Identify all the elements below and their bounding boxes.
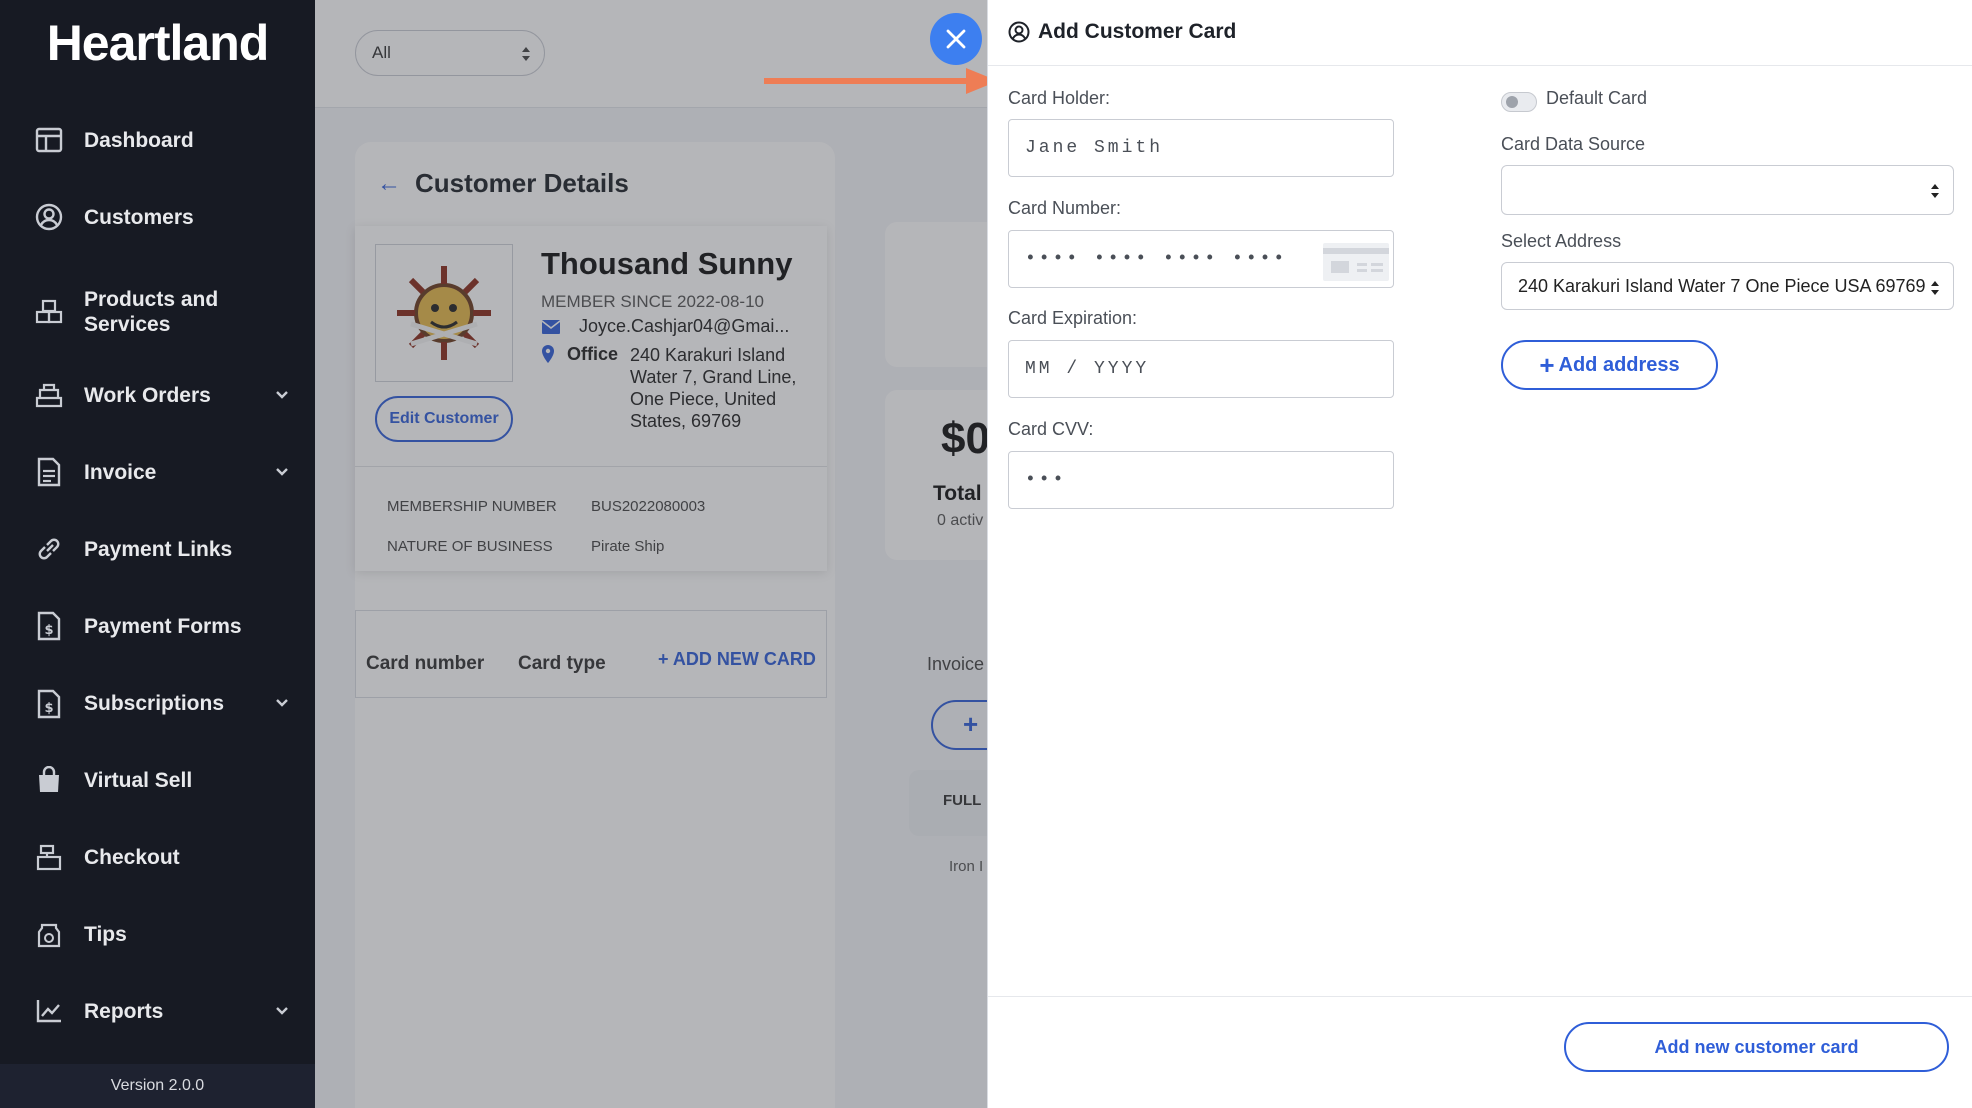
card-expiration-label: Card Expiration: [1008,308,1138,328]
chevron-down-icon [276,699,288,707]
annotation-arrow-icon [764,68,998,94]
sidebar-item-products-and-services[interactable]: Products and Services [32,286,292,338]
select-address-value: 240 Karakuri Island Water 7 One Piece US… [1518,275,1926,296]
invoice-icon [32,455,66,489]
card-holder-value: Jane Smith [1025,138,1164,158]
work-orders-icon [32,378,66,412]
select-arrows-icon [1931,281,1939,295]
select-arrows-icon [1931,184,1939,198]
tip-jar-icon [32,917,66,951]
card-data-source-label: Card Data Source [1501,134,1646,154]
sidebar-item-label: Payment Links [84,537,233,561]
sidebar-item-label: Reports [84,999,164,1023]
sidebar-item-label: Subscriptions [84,691,225,715]
plus-icon: + [1539,350,1555,380]
sidebar-item-label: Tips [84,922,127,946]
svg-text:$: $ [44,623,53,638]
sidebar-item-payment-links[interactable]: Payment Links [32,529,292,569]
close-drawer-button[interactable] [930,13,982,65]
card-cvv-placeholder: ••• [1025,470,1067,490]
version-label: Version 2.0.0 [0,1064,315,1108]
sidebar-item-payment-forms[interactable]: $ Payment Forms [32,606,292,646]
sidebar: Heartland Dashboard Customers Products a… [0,0,315,1108]
card-cvv-input[interactable]: ••• [1008,451,1394,509]
sidebar-item-label: Customers [84,205,194,229]
dashboard-icon [32,123,66,157]
sidebar-item-label: Payment Forms [84,614,242,638]
toggle-knob [1506,96,1518,108]
svg-text:$: $ [44,701,53,716]
card-expiration-input[interactable]: MM / YYYY [1008,340,1394,398]
close-icon [946,29,966,49]
sidebar-item-label: Invoice [84,460,157,484]
card-expiration-placeholder: MM / YYYY [1025,359,1150,379]
add-address-button[interactable]: + Add address [1501,340,1718,390]
shopping-bag-icon [32,763,66,797]
sidebar-item-checkout[interactable]: Checkout [32,837,292,877]
sidebar-item-subscriptions[interactable]: $ Subscriptions [32,683,292,723]
cash-register-icon [32,840,66,874]
chevron-down-icon [276,468,288,476]
card-cvv-label: Card CVV: [1008,419,1094,439]
sidebar-item-label: Dashboard [84,128,194,152]
sidebar-item-virtual-sell[interactable]: Virtual Sell [32,760,292,800]
sidebar-item-customers[interactable]: Customers [32,197,292,237]
sidebar-item-label: Checkout [84,845,180,869]
sidebar-item-work-orders[interactable]: Work Orders [32,375,292,415]
card-number-label: Card Number: [1008,198,1122,218]
card-holder-label: Card Holder: [1008,88,1111,108]
user-circle-icon [1008,21,1030,43]
drawer-footer-divider [988,996,1972,997]
chart-line-icon [32,994,66,1028]
heartland-logo[interactable]: Heartland [0,14,315,72]
sidebar-item-label: Virtual Sell [84,768,193,792]
sidebar-item-invoice[interactable]: Invoice [32,452,292,492]
payment-form-icon: $ [32,609,66,643]
chevron-down-icon [276,391,288,399]
sidebar-item-label: Products and Services [84,288,219,336]
select-address-select[interactable]: 240 Karakuri Island Water 7 One Piece US… [1501,262,1954,310]
sidebar-item-dashboard[interactable]: Dashboard [32,120,292,160]
select-address-label: Select Address [1501,231,1622,251]
sidebar-item-tips[interactable]: Tips [32,914,292,954]
user-circle-icon [32,200,66,234]
drawer-header: Add Customer Card [988,0,1972,66]
link-icon [32,532,66,566]
card-data-source-select[interactable] [1501,165,1954,215]
credit-card-icon [1323,243,1389,281]
drawer-title: Add Customer Card [1008,20,1236,44]
add-customer-card-drawer: Add Customer Card Card Holder: Jane Smit… [987,0,1972,1108]
default-card-label: Default Card [1546,88,1648,108]
subscriptions-icon: $ [32,686,66,720]
default-card-toggle[interactable] [1501,92,1537,112]
boxes-icon [32,295,66,329]
card-holder-input[interactable]: Jane Smith [1008,119,1394,177]
card-number-input[interactable]: •••• •••• •••• •••• [1008,230,1394,288]
sidebar-item-reports[interactable]: Reports [32,991,292,1031]
sidebar-item-label: Work Orders [84,383,211,407]
chevron-down-icon [276,1007,288,1015]
add-new-customer-card-button[interactable]: Add new customer card [1564,1022,1949,1072]
card-number-placeholder: •••• •••• •••• •••• [1025,249,1288,269]
